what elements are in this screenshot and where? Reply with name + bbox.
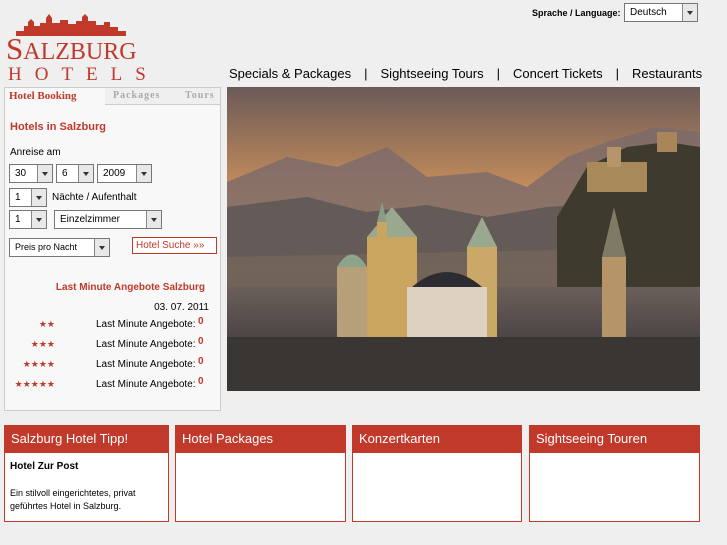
last-minute-title[interactable]: Last Minute Angebote Salzburg: [56, 282, 205, 293]
month-select[interactable]: 6: [56, 164, 94, 183]
tab-packages[interactable]: Packages: [105, 88, 177, 105]
room-type-select[interactable]: Einzelzimmer: [54, 210, 162, 229]
day-value: 30: [15, 168, 27, 179]
booking-panel: Hotel Booking Packages Tours Hotels in S…: [4, 87, 221, 411]
chevron-down-icon: [682, 4, 697, 21]
salzburg-hotels-logo[interactable]: SALZBURG HOTELS: [6, 14, 146, 85]
nav-restaurants[interactable]: Restaurants: [632, 66, 702, 81]
day-select[interactable]: 30: [9, 164, 53, 183]
nights-select[interactable]: 1: [9, 188, 47, 207]
chevron-down-icon: [94, 239, 109, 256]
last-minute-label: Last Minute Angebote:: [96, 339, 196, 350]
nights-label: Nächte / Aufenthalt: [52, 192, 137, 203]
chevron-down-icon: [31, 211, 46, 228]
nav-specials-packages[interactable]: Specials & Packages: [229, 66, 351, 81]
konzertkarten-box: Konzertkarten: [352, 425, 522, 522]
last-minute-label: Last Minute Angebote:: [96, 359, 196, 370]
tab-hotel-booking[interactable]: Hotel Booking: [5, 88, 105, 105]
sightseeing-title[interactable]: Sightseeing Touren: [530, 426, 699, 453]
year-value: 2009: [103, 168, 126, 179]
last-minute-label: Last Minute Angebote:: [96, 319, 196, 330]
last-minute-count: 0: [198, 336, 204, 347]
nav-separator: |: [364, 66, 368, 81]
chevron-down-icon: [136, 165, 151, 182]
last-minute-date: 03. 07. 2011: [154, 302, 209, 313]
month-value: 6: [62, 168, 68, 179]
hotel-packages-title[interactable]: Hotel Packages: [176, 426, 345, 453]
top-navigation: Specials & Packages | Sightseeing Tours …: [229, 66, 702, 81]
list-item[interactable]: ★★ Last Minute Angebote: 0: [5, 316, 220, 335]
chevron-down-icon: [78, 165, 93, 182]
star-rating-icon: ★★★: [30, 339, 55, 349]
chevron-down-icon: [37, 165, 52, 182]
hotel-tip-title[interactable]: Salzburg Hotel Tipp!: [5, 426, 168, 453]
tab-tours[interactable]: Tours: [177, 88, 220, 105]
last-minute-count: 0: [198, 356, 204, 367]
list-item[interactable]: ★★★★★ Last Minute Angebote: 0: [5, 376, 220, 395]
nav-concert-tickets[interactable]: Concert Tickets: [513, 66, 603, 81]
nav-separator: |: [615, 66, 619, 81]
hotel-tip-box: Salzburg Hotel Tipp! Hotel Zur Post Ein …: [4, 425, 169, 522]
last-minute-count: 0: [198, 376, 204, 387]
star-rating-icon: ★★★★: [22, 359, 55, 369]
booking-tabs: Hotel Booking Packages Tours: [5, 88, 220, 106]
hotel-tip-text: Ein stilvoll eingerichtetes, privat gefü…: [10, 488, 136, 511]
last-minute-label: Last Minute Angebote:: [96, 379, 196, 390]
salzburg-panorama-image: [227, 87, 700, 391]
nights-value: 1: [15, 192, 21, 203]
year-select[interactable]: 2009: [97, 164, 152, 183]
hotels-heading: Hotels in Salzburg: [10, 121, 106, 133]
rooms-select[interactable]: 1: [9, 210, 47, 229]
chevron-down-icon: [31, 189, 46, 206]
price-mode-select[interactable]: Preis pro Nacht: [9, 238, 110, 257]
arrival-label: Anreise am: [10, 147, 61, 158]
hotel-search-button[interactable]: Hotel Suche »»: [132, 237, 217, 254]
chevron-down-icon: [146, 211, 161, 228]
star-rating-icon: ★★★★★: [14, 379, 55, 389]
language-label: Sprache / Language:: [532, 8, 621, 18]
logo-subtitle: HOTELS: [8, 64, 159, 85]
language-select[interactable]: Deutsch: [624, 3, 698, 22]
price-mode-value: Preis pro Nacht: [15, 242, 78, 252]
star-rating-icon: ★★: [38, 319, 55, 329]
rooms-value: 1: [15, 214, 21, 225]
hotel-tip-name[interactable]: Hotel Zur Post: [10, 461, 78, 472]
room-type-value: Einzelzimmer: [60, 214, 121, 225]
hotel-packages-box: Hotel Packages: [175, 425, 346, 522]
last-minute-count: 0: [198, 316, 204, 327]
list-item[interactable]: ★★★ Last Minute Angebote: 0: [5, 336, 220, 355]
list-item[interactable]: ★★★★ Last Minute Angebote: 0: [5, 356, 220, 375]
nav-sightseeing-tours[interactable]: Sightseeing Tours: [381, 66, 484, 81]
nav-separator: |: [496, 66, 501, 81]
konzertkarten-title[interactable]: Konzertkarten: [353, 426, 521, 453]
sightseeing-box: Sightseeing Touren: [529, 425, 700, 522]
language-value: Deutsch: [630, 7, 667, 18]
